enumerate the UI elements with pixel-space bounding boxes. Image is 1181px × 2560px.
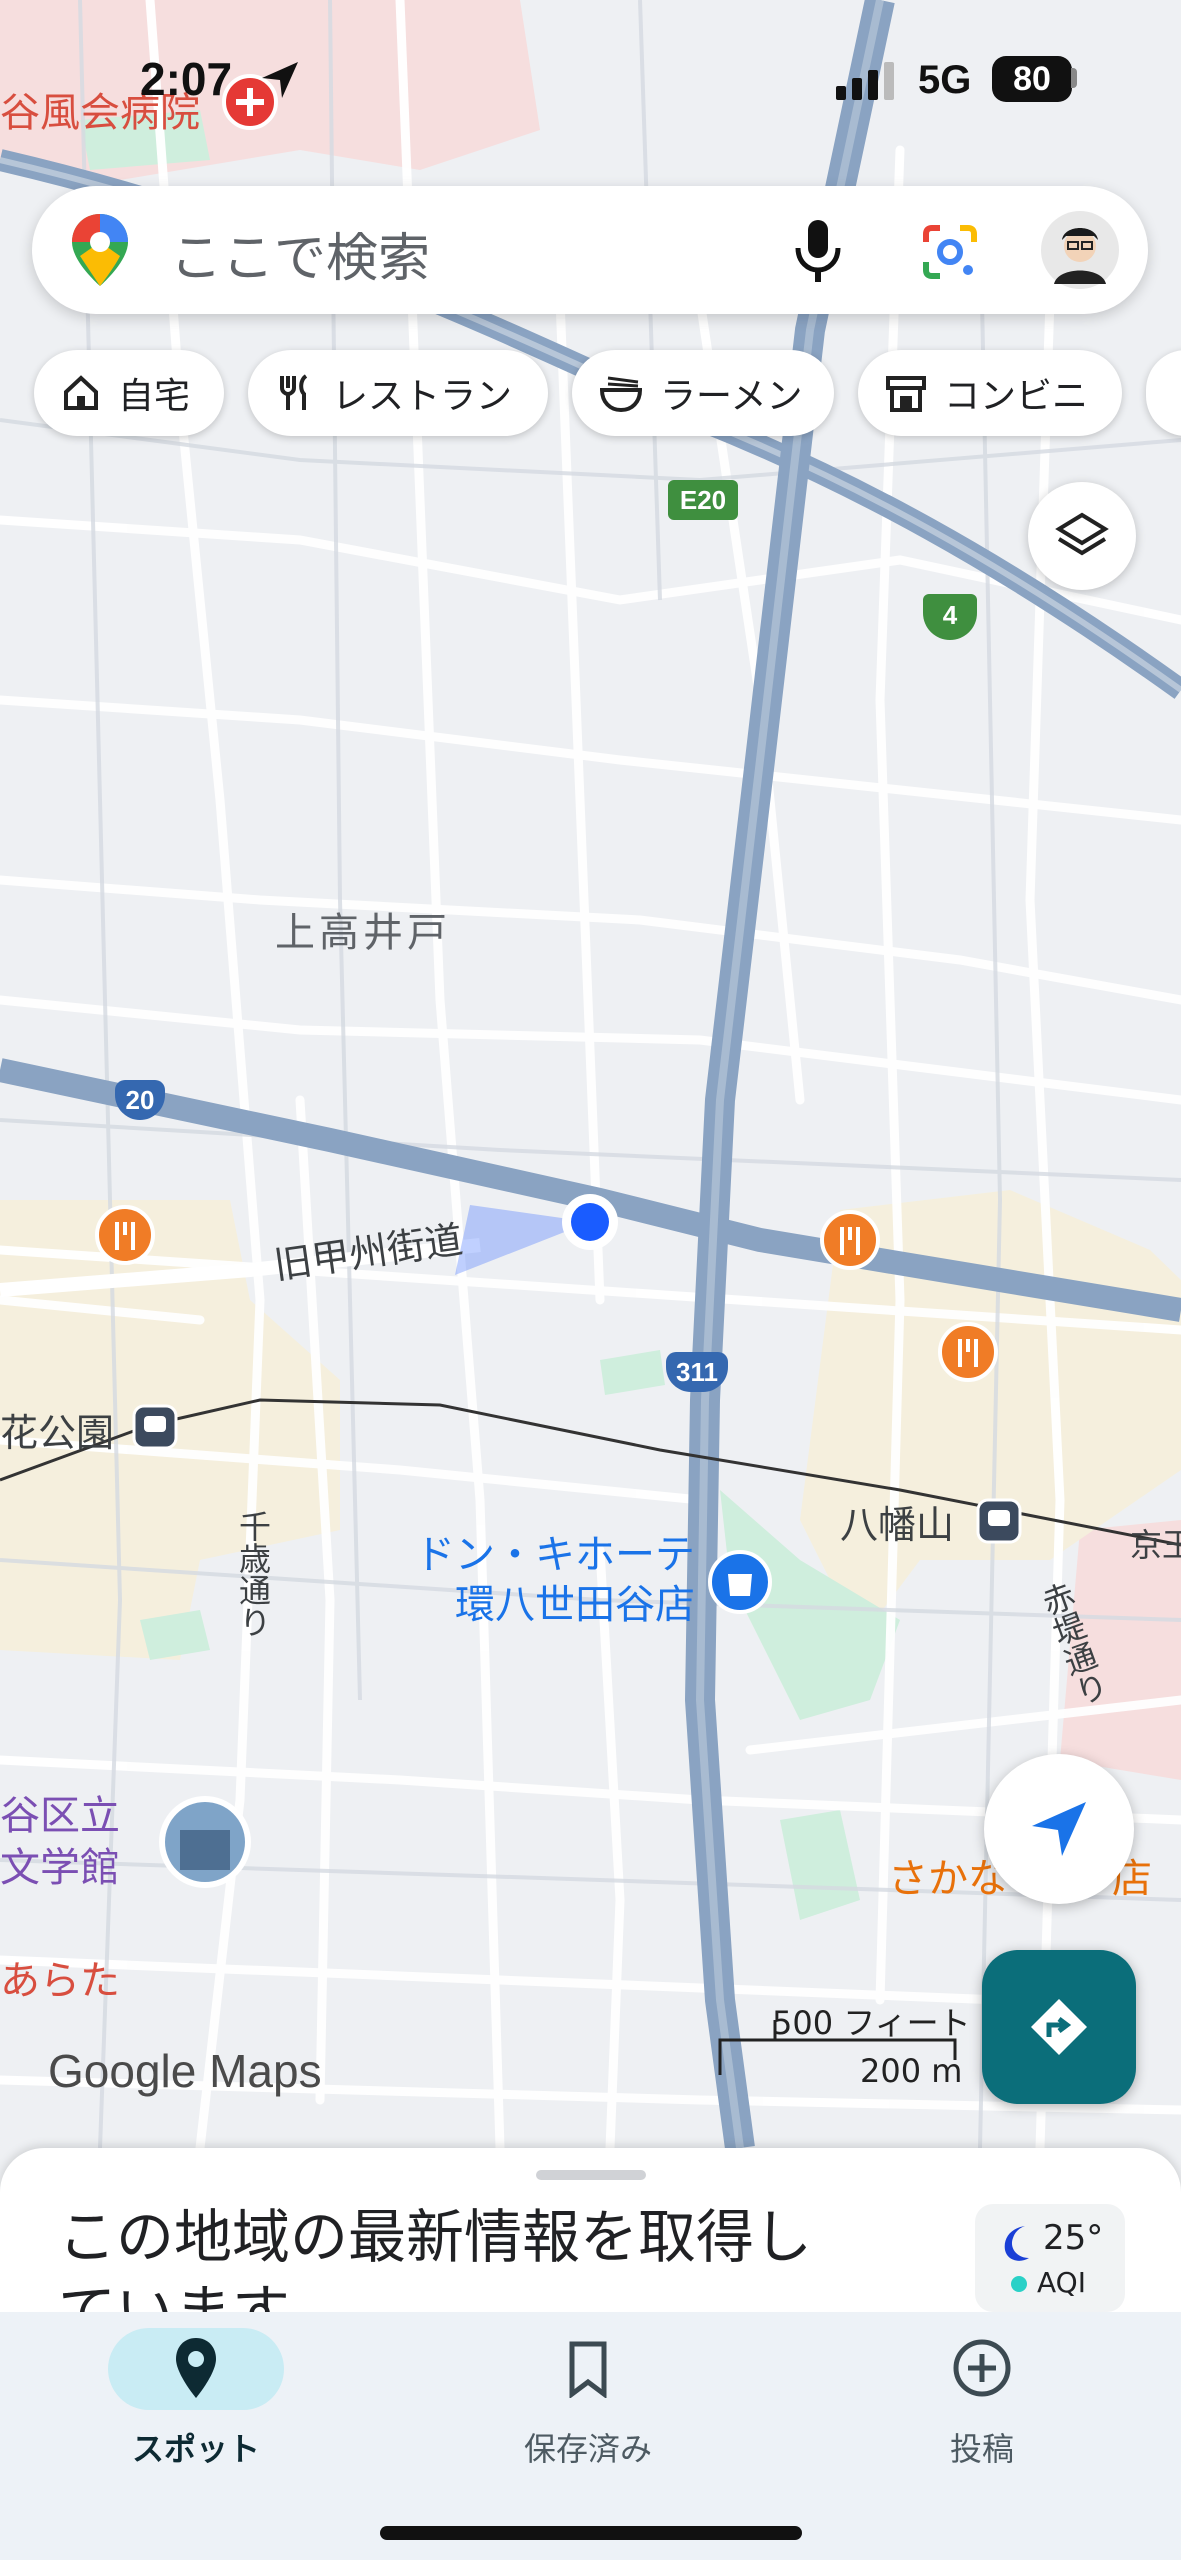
- station-marker: [976, 1498, 1022, 1544]
- battery-tip: [1071, 68, 1077, 88]
- chip-ramen-label: ラーメン: [660, 376, 803, 417]
- donki-label-line2: 環八世田谷店: [455, 1582, 695, 1628]
- sheet-drag-handle[interactable]: [536, 2170, 646, 2180]
- nav-contribute-label[interactable]: 投稿: [882, 2424, 1082, 2470]
- station-label-keio: 京王: [1130, 1526, 1181, 1564]
- scale-feet: 500 フィート: [772, 2004, 971, 2042]
- route-shield-311: 311: [666, 1352, 728, 1392]
- scale-meters: 200 m: [860, 2052, 963, 2090]
- google-maps-attribution: Google Maps: [48, 2045, 322, 2097]
- restaurant-pin: [938, 1322, 998, 1382]
- ramen-icon: [599, 376, 643, 413]
- route-shield-e20: E20: [668, 480, 738, 520]
- bookmark-icon[interactable]: [566, 2340, 610, 2398]
- weather-temperature: 25°: [1043, 2218, 1104, 2258]
- location-arrow-icon: [262, 62, 298, 98]
- museum-label-line1: 谷区立: [0, 1793, 120, 1839]
- moon-icon: [1004, 2226, 1029, 2261]
- chip-convenience-store-label: コンビニ: [944, 376, 1089, 417]
- aqi-dot: [1011, 2276, 1027, 2292]
- chip-ramen[interactable]: ラーメン: [572, 350, 834, 436]
- store-icon: [886, 376, 926, 412]
- restaurant-pin: [820, 1210, 880, 1270]
- area-label-kamitakaido: 上高井戸: [275, 910, 451, 956]
- explore-pin-icon[interactable]: [172, 2336, 220, 2400]
- layers-icon: [1055, 512, 1109, 556]
- chip-convenience-store[interactable]: コンビニ: [858, 350, 1122, 436]
- arata-label[interactable]: あらた: [0, 1948, 120, 2006]
- chip-home[interactable]: 自宅: [34, 350, 224, 436]
- nav-explore-label[interactable]: スポット: [96, 2424, 296, 2470]
- recenter-button[interactable]: [984, 1754, 1134, 1904]
- directions-button[interactable]: [982, 1950, 1136, 2104]
- chip-home-label: 自宅: [118, 376, 191, 417]
- directions-icon: [1031, 1999, 1087, 2055]
- add-circle-icon[interactable]: [952, 2338, 1012, 2398]
- shopping-pin: [708, 1550, 772, 1614]
- weather-widget[interactable]: 25° AQI: [975, 2204, 1125, 2312]
- station-marker: [132, 1404, 178, 1450]
- home-indicator[interactable]: [380, 2526, 802, 2540]
- station-label-roka-koen[interactable]: 花公園: [0, 1402, 114, 1457]
- restaurant-pin: [95, 1205, 155, 1265]
- museum-label[interactable]: 谷区立 文学館: [0, 1790, 120, 1894]
- road-label-chitose-dori: 千歳通り: [234, 1510, 272, 1638]
- aqi-label: AQI: [1037, 2266, 1086, 2299]
- donki-label-line1: ドン・キホーテ: [415, 1532, 695, 1578]
- station-label-hachimanyama[interactable]: 八幡山: [840, 1494, 954, 1549]
- chip-restaurant[interactable]: レストラン: [248, 350, 548, 436]
- network-type: 5G: [918, 58, 972, 102]
- google-maps-pin-icon: [72, 214, 128, 286]
- navigation-arrow-icon: [1032, 1802, 1086, 1856]
- signal-bars-icon: [836, 62, 894, 100]
- donki-label[interactable]: ドン・キホーテ 環八世田谷店: [385, 1530, 695, 1630]
- restaurant-icon: [280, 374, 308, 410]
- nav-saved-label[interactable]: 保存済み: [488, 2424, 688, 2470]
- search-input[interactable]: ここで検索: [170, 216, 430, 291]
- google-lens-icon[interactable]: [920, 222, 980, 282]
- profile-avatar[interactable]: [1040, 210, 1120, 290]
- microphone-icon[interactable]: [792, 218, 844, 284]
- home-icon: [64, 375, 98, 410]
- status-time: 2:07: [140, 53, 233, 105]
- museum-label-line2: 文学館: [0, 1845, 120, 1891]
- chip-restaurant-label: レストラン: [332, 376, 513, 417]
- museum-photo-marker: [159, 1796, 251, 1888]
- layers-button[interactable]: [1028, 482, 1136, 590]
- battery-level: 80: [992, 56, 1072, 102]
